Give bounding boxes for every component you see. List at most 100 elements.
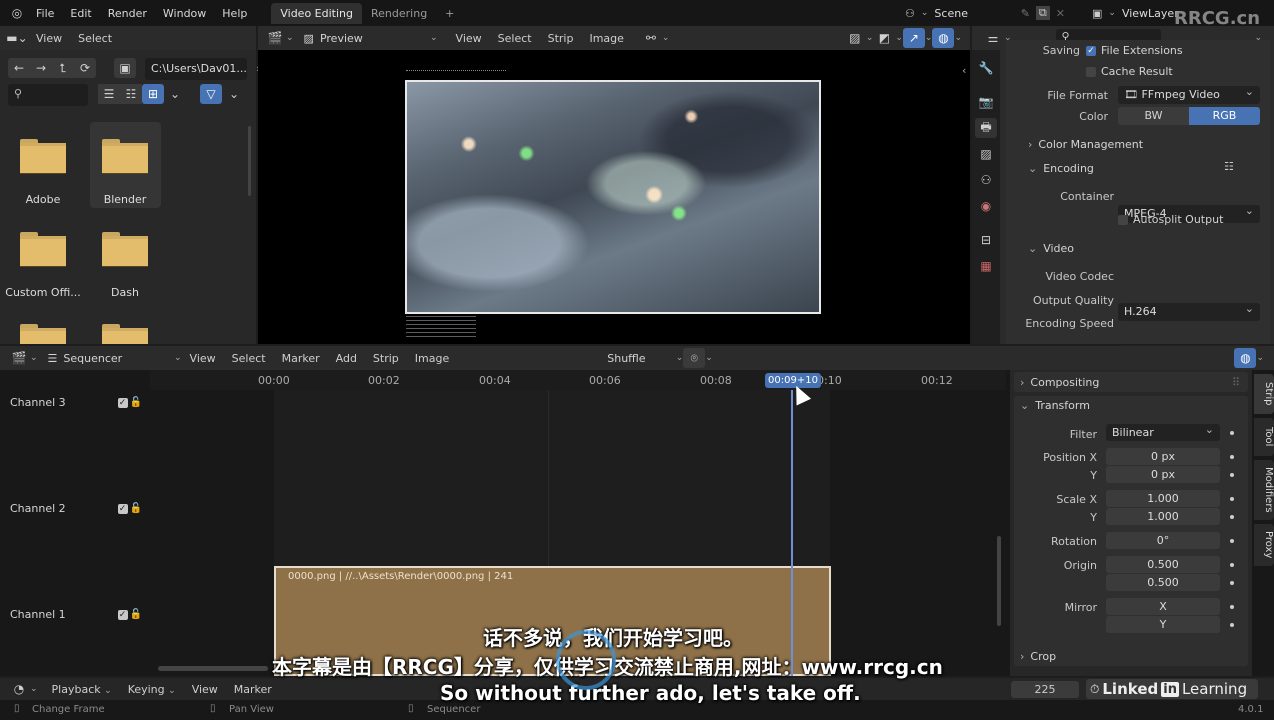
menu-strip[interactable]: Strip (540, 32, 582, 45)
mirror-y-toggle[interactable]: Y (1106, 616, 1220, 633)
world-tab-icon[interactable]: ◉ (975, 196, 997, 216)
menu-file[interactable]: File (28, 7, 62, 20)
menu-marker[interactable]: Marker (226, 683, 280, 696)
editor-type-timeline-icon[interactable]: ◔ (8, 679, 30, 699)
mirror-x-toggle[interactable]: X (1106, 598, 1220, 615)
keyframe-dot-icon[interactable] (1230, 563, 1234, 567)
lock-open-icon[interactable]: 🔓 (130, 397, 142, 408)
tab-rendering[interactable]: Rendering (362, 3, 436, 24)
lock-open-icon[interactable]: 🔓 (130, 609, 142, 620)
mute-checkbox-icon[interactable]: ✓ (117, 609, 128, 620)
editor-type-sequencer-icon[interactable]: 🎬 (264, 28, 286, 48)
keyframe-dot-icon[interactable] (1230, 455, 1234, 459)
menu-keying[interactable]: Keying ⌄ (120, 683, 184, 696)
folder-icon[interactable] (102, 324, 148, 344)
menu-view[interactable]: View (184, 683, 226, 696)
cache-result-checkbox[interactable]: Cache Result (1086, 65, 1173, 78)
menu-view[interactable]: View (448, 32, 490, 45)
keyframe-dot-icon[interactable] (1230, 605, 1234, 609)
parent-directory-icon[interactable]: ⮤ (52, 58, 74, 78)
tool-tab-icon[interactable]: 🔧 (975, 58, 997, 78)
file-search-input[interactable]: ⚲ (8, 84, 88, 106)
horizontal-list-icon[interactable]: ☷ (120, 84, 142, 104)
overlays-icon[interactable]: ◍ (1234, 348, 1257, 368)
forward-arrow-icon[interactable]: → (30, 58, 52, 78)
presets-list-icon[interactable]: ☷ (1224, 160, 1234, 173)
keyframe-dot-icon[interactable] (1230, 473, 1234, 477)
file-format-dropdown[interactable]: 🎞 FFmpeg Video (1118, 83, 1260, 104)
channel-name[interactable]: Channel 1 (10, 608, 66, 621)
lock-open-icon[interactable]: 🔓 (130, 503, 142, 514)
encoding-subpanel[interactable]: ⌄ Encoding (1028, 162, 1094, 175)
close-scene-icon[interactable]: ✕ (1056, 7, 1065, 20)
origin-y-field[interactable]: 0.500 (1106, 574, 1220, 591)
pivot-link-icon[interactable]: ⚯ (640, 28, 662, 48)
origin-x-field[interactable]: 0.500 (1106, 556, 1220, 573)
mute-checkbox-icon[interactable]: ✓ (117, 503, 128, 514)
gizmo-icon[interactable]: ↗ (902, 28, 925, 48)
crop-panel-header[interactable]: › Crop (1014, 646, 1248, 666)
mute-checkbox-icon[interactable]: ✓ (117, 397, 128, 408)
sidebar-tab-modifiers[interactable]: Modifiers (1254, 460, 1274, 520)
compositing-panel-header[interactable]: › Compositing ⠿ (1014, 372, 1248, 392)
back-arrow-icon[interactable]: ← (8, 58, 30, 78)
filter-icon[interactable]: ▽ (200, 84, 222, 104)
color-rgb-option[interactable]: RGB (1189, 107, 1260, 125)
drag-handle-icon[interactable]: ⠿ (1232, 376, 1240, 389)
file-browser-scrollbar[interactable] (248, 126, 251, 196)
new-folder-icon[interactable]: ▣ (114, 58, 136, 78)
keyframe-dot-icon[interactable] (1230, 581, 1234, 585)
sidebar-toggle-arrow-icon[interactable]: ‹ (962, 64, 966, 77)
keyframe-dot-icon[interactable] (1230, 539, 1234, 543)
playhead-line[interactable] (791, 390, 793, 676)
path-field[interactable]: C:\Users\Dav01... (145, 58, 247, 80)
filter-dropdown[interactable]: Bilinear (1106, 421, 1220, 441)
video-codec-dropdown[interactable]: H.264 (1118, 300, 1260, 321)
collection-tab-icon[interactable]: ⊟ (975, 230, 997, 250)
texture-tab-icon[interactable]: ▦ (975, 256, 997, 276)
safe-areas-icon[interactable]: ◩ (873, 28, 895, 48)
channel-name[interactable]: Channel 3 (10, 396, 66, 409)
horizontal-scrollbar[interactable] (158, 666, 268, 671)
menu-add[interactable]: Add (328, 352, 365, 365)
pin-icon[interactable]: ✎ (1021, 7, 1030, 20)
duplicate-scene-icon[interactable]: ⧉ (1035, 6, 1050, 20)
keyframe-dot-icon[interactable] (1230, 431, 1234, 435)
scene-selector[interactable]: ⚇ ⌄ Scene ✎ ⧉ ✕ (905, 3, 1065, 23)
menu-select[interactable]: Select (70, 32, 120, 45)
menu-view[interactable]: View (28, 32, 70, 45)
thumbnails-icon[interactable]: ⊞ (142, 84, 164, 104)
menu-select[interactable]: Select (490, 32, 540, 45)
autosplit-checkbox[interactable]: Autosplit Output (1118, 213, 1223, 226)
menu-marker[interactable]: Marker (274, 352, 328, 365)
display-channels-icon[interactable]: ▨ (844, 28, 866, 48)
menu-help[interactable]: Help (214, 7, 255, 20)
view-layer-tab-icon[interactable]: ▨ (975, 144, 997, 164)
snap-mode-dropdown[interactable]: Shuffle ⌄ (607, 349, 683, 367)
sidebar-tab-proxy[interactable]: Proxy (1254, 524, 1274, 566)
menu-select[interactable]: Select (224, 352, 274, 365)
refresh-icon[interactable]: ⟳ (74, 58, 96, 78)
transform-panel-header[interactable]: ⌄ Transform (1020, 399, 1090, 412)
position-x-field[interactable]: 0 px (1106, 448, 1220, 465)
vertical-scrollbar[interactable] (997, 536, 1001, 626)
keyframe-dot-icon[interactable] (1230, 623, 1234, 627)
keyframe-dot-icon[interactable] (1230, 497, 1234, 501)
file-extensions-checkbox[interactable]: ✓ File Extensions (1086, 44, 1183, 57)
snap-magnet-icon[interactable]: ⌾ (683, 348, 706, 368)
overlays-icon[interactable]: ◍ (932, 28, 955, 48)
current-frame-field[interactable]: 225 (1011, 681, 1079, 698)
position-y-field[interactable]: 0 px (1106, 466, 1220, 483)
sidebar-tab-tool[interactable]: Tool (1254, 418, 1274, 456)
view-type-dropdown[interactable]: ▨ Preview ⌄ (304, 29, 438, 47)
menu-image[interactable]: Image (581, 32, 631, 45)
vertical-list-icon[interactable]: ☰ (98, 84, 120, 104)
current-time-badge[interactable]: 00:09+10 (765, 373, 821, 388)
video-subpanel[interactable]: ⌄ Video (1028, 242, 1074, 255)
editor-type-sequencer-icon[interactable]: 🎬 (8, 348, 30, 368)
scene-tab-icon[interactable]: ⚇ (975, 170, 997, 190)
rotation-field[interactable]: 0° (1106, 532, 1220, 549)
folder-icon[interactable] (20, 324, 66, 344)
channel-name[interactable]: Channel 2 (10, 502, 66, 515)
sidebar-tab-strip[interactable]: Strip (1254, 374, 1274, 414)
